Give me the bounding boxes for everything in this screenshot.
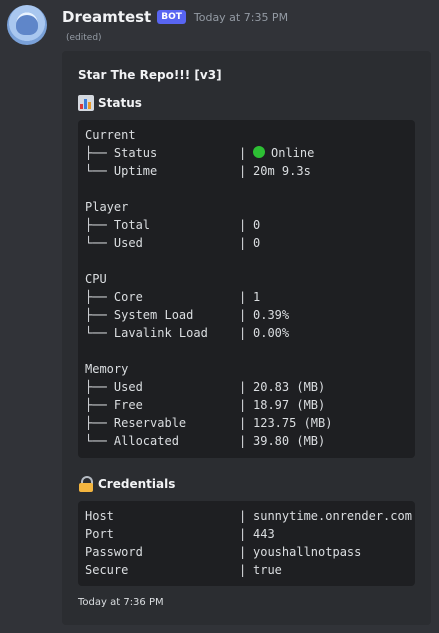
code-line-label: Memory bbox=[85, 362, 129, 376]
code-line-label: Password bbox=[85, 545, 143, 559]
status-field-label: Status bbox=[98, 96, 142, 110]
code-line-separator: | bbox=[239, 236, 247, 250]
code-line-label: ├── Free bbox=[85, 398, 143, 412]
embed-title: Star The Repo!!! [v3] bbox=[78, 68, 222, 82]
code-line-label: ├── Used bbox=[85, 380, 143, 394]
code-line-value: 20.83 (MB) bbox=[253, 380, 326, 394]
code-line: └── Used | 0 bbox=[85, 234, 260, 252]
code-line-separator: | bbox=[239, 326, 247, 340]
code-line: Secure | true bbox=[85, 561, 282, 579]
code-line-value: true bbox=[253, 563, 282, 577]
code-line-separator: | bbox=[239, 290, 247, 304]
online-status-icon bbox=[253, 146, 265, 158]
code-line-separator: | bbox=[239, 545, 247, 559]
code-line: Current bbox=[85, 126, 239, 144]
code-line: Port | 443 bbox=[85, 525, 275, 543]
code-line-separator: | bbox=[239, 434, 247, 448]
code-line-label: └── Used bbox=[85, 236, 143, 250]
code-line: ├── Free | 18.97 (MB) bbox=[85, 396, 325, 414]
code-line-value: 1 bbox=[253, 290, 261, 304]
bot-badge: BOT bbox=[157, 10, 186, 24]
code-line-value: 0.00% bbox=[253, 326, 290, 340]
code-line-value: sunnytime.onrender.com bbox=[253, 509, 412, 523]
code-line: CPU bbox=[85, 270, 239, 288]
code-line-separator: | bbox=[239, 509, 247, 523]
code-line-separator: | bbox=[239, 398, 247, 412]
code-line-separator: | bbox=[239, 146, 247, 160]
credentials-field-name: Credentials bbox=[78, 476, 175, 492]
lock-icon bbox=[78, 476, 94, 492]
code-line: ├── Reservable | 123.75 (MB) bbox=[85, 414, 332, 432]
code-line: └── Uptime | 20m 9.3s bbox=[85, 162, 311, 180]
code-line-value: Online bbox=[271, 146, 315, 160]
code-line-value: 18.97 (MB) bbox=[253, 398, 326, 412]
code-line-label: Host bbox=[85, 509, 114, 523]
code-line-value: 0 bbox=[253, 218, 261, 232]
code-line-label: ├── Total bbox=[85, 218, 151, 232]
code-line-label: CPU bbox=[85, 272, 107, 286]
code-line: ├── Core | 1 bbox=[85, 288, 260, 306]
code-line-separator: | bbox=[239, 380, 247, 394]
code-line: ├── Total | 0 bbox=[85, 216, 260, 234]
code-line-label: Player bbox=[85, 200, 129, 214]
code-line: Player bbox=[85, 198, 239, 216]
code-line-label: ├── Reservable bbox=[85, 416, 187, 430]
code-line: ├── Used | 20.83 (MB) bbox=[85, 378, 325, 396]
code-line-label: Port bbox=[85, 527, 114, 541]
code-line: Host | sunnytime.onrender.com bbox=[85, 507, 412, 525]
code-line: └── Lavalink Load | 0.00% bbox=[85, 324, 289, 342]
code-line-value: 0 bbox=[253, 236, 261, 250]
code-line-separator: | bbox=[239, 527, 247, 541]
code-line-separator: | bbox=[239, 164, 247, 178]
code-line-value: 0.39% bbox=[253, 308, 290, 322]
code-line-value: 20m 9.3s bbox=[253, 164, 311, 178]
username[interactable]: Dreamtest bbox=[62, 8, 151, 26]
status-embed: Star The Repo!!! [v3] Status Current ├── … bbox=[62, 51, 431, 625]
user-avatar[interactable] bbox=[7, 5, 47, 45]
code-line-label: └── Allocated bbox=[85, 434, 179, 448]
credentials-codeblock: Host | sunnytime.onrender.com Port | 443 Passw… bbox=[78, 501, 415, 586]
code-line-value: 39.80 (MB) bbox=[253, 434, 326, 448]
code-line-separator: | bbox=[239, 218, 247, 232]
code-line-value: 123.75 (MB) bbox=[253, 416, 333, 430]
code-line: ├── System Load | 0.39% bbox=[85, 306, 289, 324]
bar-chart-icon bbox=[78, 95, 94, 111]
code-line-label: Secure bbox=[85, 563, 129, 577]
code-line-value: 443 bbox=[253, 527, 275, 541]
code-line-separator: | bbox=[239, 563, 247, 577]
status-codeblock: Current ├── Status | Online └── Uptime | 20m 9… bbox=[78, 120, 415, 458]
code-line-label: └── Lavalink Load bbox=[85, 326, 208, 340]
code-line: Password | youshallnotpass bbox=[85, 543, 361, 561]
credentials-field-label: Credentials bbox=[98, 477, 176, 491]
edited-label: (edited) bbox=[66, 33, 102, 43]
code-line: ├── Status | Online bbox=[85, 144, 314, 162]
code-line-label: ├── System Load bbox=[85, 308, 194, 322]
status-field-name: Status bbox=[78, 95, 142, 111]
embed-footer-timestamp: Today at 7:36 PM bbox=[78, 597, 164, 608]
code-line-label: └── Uptime bbox=[85, 164, 158, 178]
code-line-label: ├── Status bbox=[85, 146, 158, 160]
code-line-label: ├── Core bbox=[85, 290, 143, 304]
code-line-label: Current bbox=[85, 128, 136, 142]
code-line-separator: | bbox=[239, 416, 247, 430]
code-line: └── Allocated | 39.80 (MB) bbox=[85, 432, 325, 450]
code-line: Memory bbox=[85, 360, 239, 378]
message-header: Dreamtest BOT Today at 7:35 PM bbox=[62, 7, 288, 27]
code-line-value: youshallnotpass bbox=[253, 545, 362, 559]
message-timestamp[interactable]: Today at 7:35 PM bbox=[194, 11, 288, 24]
code-line-separator: | bbox=[239, 308, 247, 322]
